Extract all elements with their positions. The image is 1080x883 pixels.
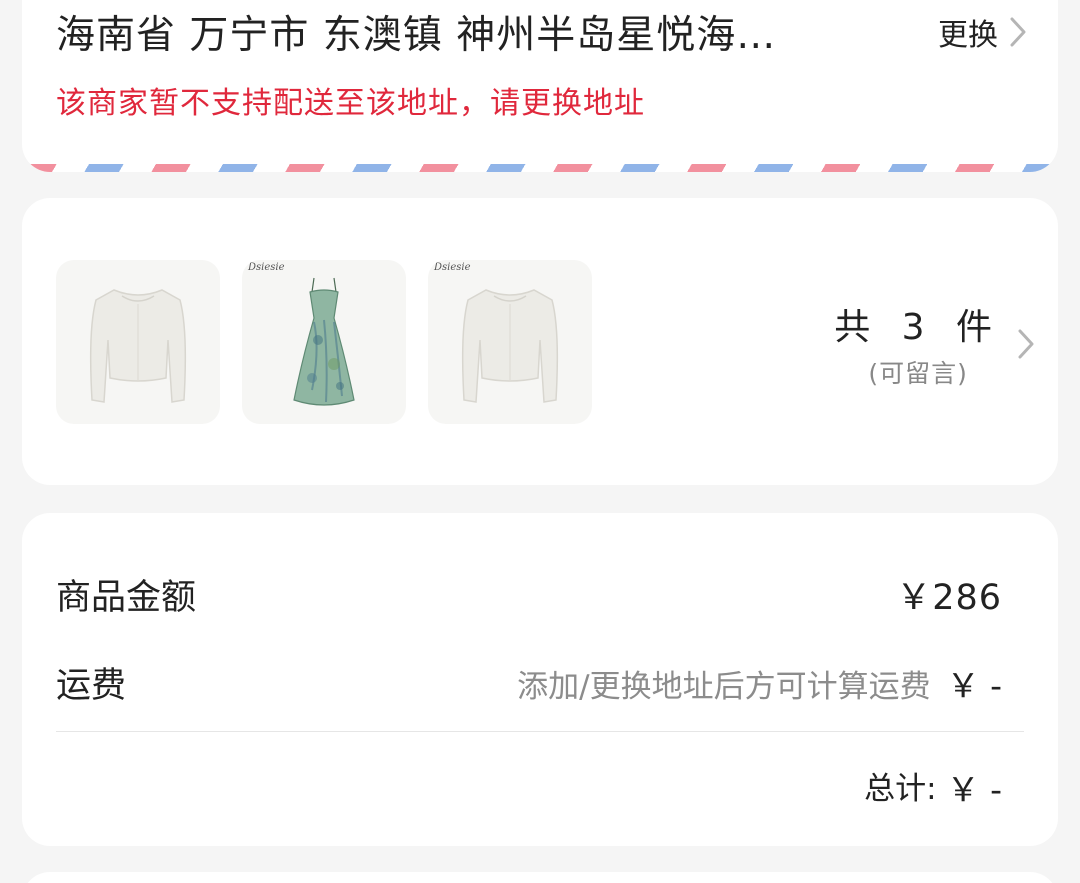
total-value: ￥ - [946, 770, 1002, 809]
shipping-row-right: 添加/更换地址后方可计算运费 ￥ - [517, 659, 1002, 707]
leave-message-hint: (可留言) [868, 359, 968, 388]
address-line[interactable]: 海南省 万宁市 东澳镇 神州半岛星悦海… [56, 4, 856, 60]
item-count-label: 共 3 件 [834, 307, 1002, 348]
item-count: 共 3 件 (可留言) [834, 298, 1002, 390]
chevron-right-icon [1010, 17, 1026, 47]
item-count-button[interactable]: 共 3 件 (可留言) [834, 298, 1036, 390]
total-row: 总计: ￥ - [864, 763, 1002, 811]
change-address-button[interactable]: 更换 [938, 10, 1028, 54]
item-thumbnails[interactable]: Dsiesie Dsiesie [56, 260, 592, 424]
item-thumbnail[interactable]: Dsiesie [242, 260, 406, 424]
total-label: 总计: [864, 771, 937, 807]
shipping-value: ￥ - [946, 666, 1002, 705]
price-summary-card: 商品金额 ￥286 运费 添加/更换地址后方可计算运费 ￥ - 总计: ￥ - [22, 513, 1058, 846]
item-thumbnail[interactable]: Dsiesie [428, 260, 592, 424]
goods-amount-value: ￥286 [896, 578, 1002, 618]
goods-amount-label: 商品金额 [56, 578, 197, 618]
cardigan-image [89, 289, 187, 403]
chevron-right-icon [1018, 329, 1034, 359]
divider [56, 731, 1024, 732]
shipping-hint: 添加/更换地址后方可计算运费 [517, 669, 931, 705]
airmail-border [22, 164, 1058, 172]
cardigan-image [461, 289, 559, 403]
next-card-peek [22, 872, 1058, 883]
shipping-label: 运费 [56, 666, 127, 706]
items-card[interactable]: Dsiesie Dsiesie 共 3 件 (可留言) [22, 198, 1058, 485]
address-card[interactable]: 海南省 万宁市 东澳镇 神州半岛星悦海… 更换 该商家暂不支持配送至该地址，请更… [22, 0, 1058, 172]
change-address-label: 更换 [938, 18, 998, 53]
dress-image [293, 277, 355, 406]
item-thumbnail[interactable] [56, 260, 220, 424]
delivery-warning: 该商家暂不支持配送至该地址，请更换地址 [56, 86, 645, 121]
order-confirm-page: 海南省 万宁市 东澳镇 神州半岛星悦海… 更换 该商家暂不支持配送至该地址，请更… [0, 0, 1080, 883]
